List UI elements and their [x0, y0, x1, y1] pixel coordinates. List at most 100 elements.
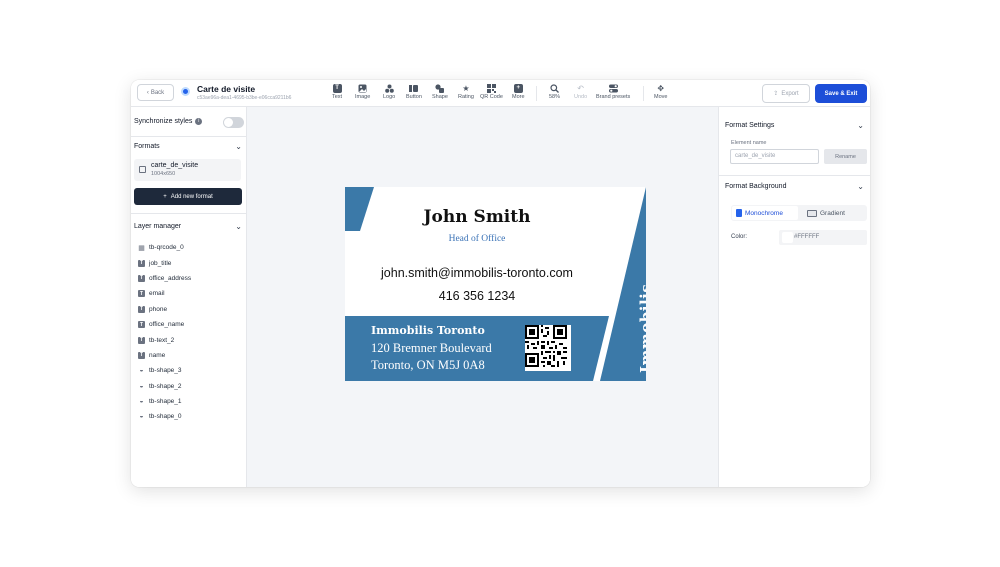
- color-swatch[interactable]: [782, 232, 793, 243]
- brand-presets-button[interactable]: Brand presets: [596, 84, 630, 100]
- card-address-line1[interactable]: 120 Bremner Boulevard: [371, 341, 492, 356]
- tool-shape[interactable]: Shape: [432, 84, 448, 100]
- business-card[interactable]: John Smith Head of Office john.smith@imm…: [345, 187, 646, 381]
- format-settings-header[interactable]: Format Settings ⌄: [725, 121, 864, 130]
- card-email[interactable]: john.smith@immobilis-toronto.com: [345, 266, 609, 280]
- info-icon[interactable]: i: [195, 118, 203, 125]
- synchronize-styles-label: Synchronize styles: [134, 118, 193, 125]
- document-title: Carte de visite: [197, 84, 256, 94]
- card-office-name[interactable]: Immobilis Toronto: [371, 324, 485, 337]
- toolbar-divider: [643, 86, 644, 101]
- qr-code-icon: ▦: [138, 244, 145, 252]
- tool-qr-code[interactable]: QR Code: [480, 84, 503, 100]
- shape-icon: ◒: [139, 413, 144, 421]
- layer-item[interactable]: Temail: [134, 286, 242, 301]
- layer-item[interactable]: ◒ tb-shape_0: [134, 409, 242, 424]
- document-id: c53ae96a-dea1-4695-b3be-e06cca9211b6: [197, 95, 292, 101]
- card-qr-code[interactable]: [525, 325, 571, 371]
- layer-item[interactable]: Tjob_title: [134, 255, 242, 270]
- layer-list: ▦ tb-qrcode_0 Tjob_title Toffice_address …: [134, 240, 242, 425]
- monochrome-option[interactable]: Monochrome: [732, 206, 798, 220]
- layer-item[interactable]: Ttb-text_2: [134, 332, 242, 347]
- text-icon: T: [138, 305, 145, 313]
- card-phone[interactable]: 416 356 1234: [345, 289, 609, 303]
- tool-label: QR Code: [480, 94, 503, 100]
- tool-label: Button: [406, 94, 422, 100]
- layer-name: email: [149, 290, 165, 298]
- text-icon: T: [138, 259, 145, 267]
- card-address-line2[interactable]: Toronto, ON M5J 0A8: [371, 358, 485, 373]
- card-job-title[interactable]: Head of Office: [345, 234, 609, 244]
- format-settings-label: Format Settings: [725, 122, 775, 129]
- add-new-format-button[interactable]: + Add new format: [134, 188, 242, 205]
- layer-item[interactable]: Tphone: [134, 302, 242, 317]
- tool-logo[interactable]: Logo: [383, 84, 395, 100]
- layer-name: office_name: [149, 321, 185, 329]
- chevron-down-icon: ⌄: [235, 142, 242, 151]
- rename-button[interactable]: Rename: [824, 149, 867, 164]
- layer-name: tb-qrcode_0: [149, 244, 184, 252]
- layer-item[interactable]: ◒ tb-shape_3: [134, 363, 242, 378]
- back-button[interactable]: ‹ Back: [137, 84, 174, 101]
- gradient-option[interactable]: Gradient: [807, 206, 845, 220]
- zoom-control[interactable]: 58%: [549, 84, 560, 100]
- layer-name: tb-shape_2: [149, 382, 182, 390]
- layer-name: name: [149, 351, 166, 359]
- tool-text[interactable]: T Text: [332, 84, 342, 100]
- element-name-input[interactable]: carte_de_visite: [730, 149, 819, 164]
- element-name-label: Element name: [731, 140, 767, 146]
- tool-label: Text: [332, 94, 343, 100]
- color-label: Color:: [731, 234, 748, 240]
- layer-item[interactable]: Toffice_name: [134, 317, 242, 332]
- format-background-header[interactable]: Format Background ⌄: [725, 182, 864, 191]
- formats-section-header[interactable]: Formats ⌄: [134, 142, 242, 151]
- gradient-label: Gradient: [820, 209, 845, 217]
- layer-name: office_address: [149, 274, 192, 282]
- move-button[interactable]: ✥ Move: [654, 84, 667, 100]
- image-icon: [358, 84, 367, 93]
- editor-window: ‹ Back Carte de visite c53ae96a-dea1-469…: [131, 80, 870, 487]
- toggle-knob: [224, 118, 233, 127]
- format-name: carte_de_visite: [151, 162, 199, 169]
- tool-image[interactable]: Image: [355, 84, 370, 100]
- right-panel: Format Settings ⌄ Element name carte_de_…: [718, 107, 870, 487]
- export-button[interactable]: ⇪ Export: [762, 84, 810, 103]
- layer-name: tb-text_2: [149, 336, 175, 344]
- tool-label: Shape: [432, 94, 448, 100]
- toggle-icon: [608, 84, 618, 93]
- layer-item[interactable]: ◒ tb-shape_1: [134, 394, 242, 409]
- format-background-label: Format Background: [725, 183, 787, 190]
- tool-rating[interactable]: ★ Rating: [458, 84, 474, 100]
- design-canvas[interactable]: John Smith Head of Office john.smith@imm…: [247, 107, 718, 487]
- plus-icon: +: [163, 193, 167, 200]
- shape-icon: [435, 84, 445, 93]
- text-icon: T: [138, 336, 145, 344]
- layer-item[interactable]: Tname: [134, 348, 242, 363]
- move-label: Move: [654, 94, 668, 100]
- card-name[interactable]: John Smith: [345, 207, 609, 227]
- left-panel: Synchronize styles i Formats ⌄ carte_de_…: [131, 107, 247, 487]
- card-brand-vertical[interactable]: Immobilis: [637, 284, 646, 373]
- synchronize-styles-toggle[interactable]: [223, 117, 244, 128]
- gradient-icon: [807, 209, 817, 217]
- format-icon: [139, 166, 146, 173]
- layer-item[interactable]: ▦ tb-qrcode_0: [134, 240, 242, 255]
- layer-item[interactable]: ◒ tb-shape_2: [134, 379, 242, 394]
- save-exit-button[interactable]: Save & Exit: [815, 84, 867, 103]
- document-icon: [181, 87, 190, 96]
- shape-icon: ◒: [139, 382, 144, 390]
- text-icon: T: [138, 321, 145, 329]
- tool-more[interactable]: + More: [512, 84, 525, 100]
- background-mode-segmented: Monochrome Gradient: [731, 205, 867, 221]
- color-picker-field[interactable]: #FFFFFF: [779, 230, 867, 245]
- tool-button[interactable]: Button: [406, 84, 422, 100]
- button-icon: [409, 84, 419, 93]
- chevron-down-icon: ⌄: [235, 222, 242, 231]
- tool-label: Rating: [458, 94, 474, 100]
- format-item[interactable]: carte_de_visite 1004x650: [134, 159, 241, 181]
- divider: [719, 175, 870, 176]
- shape-icon: ◒: [139, 398, 144, 406]
- layer-item[interactable]: Toffice_address: [134, 271, 242, 286]
- layer-manager-header[interactable]: Layer manager ⌄: [134, 222, 242, 231]
- undo-button[interactable]: ↶ Undo: [574, 84, 587, 100]
